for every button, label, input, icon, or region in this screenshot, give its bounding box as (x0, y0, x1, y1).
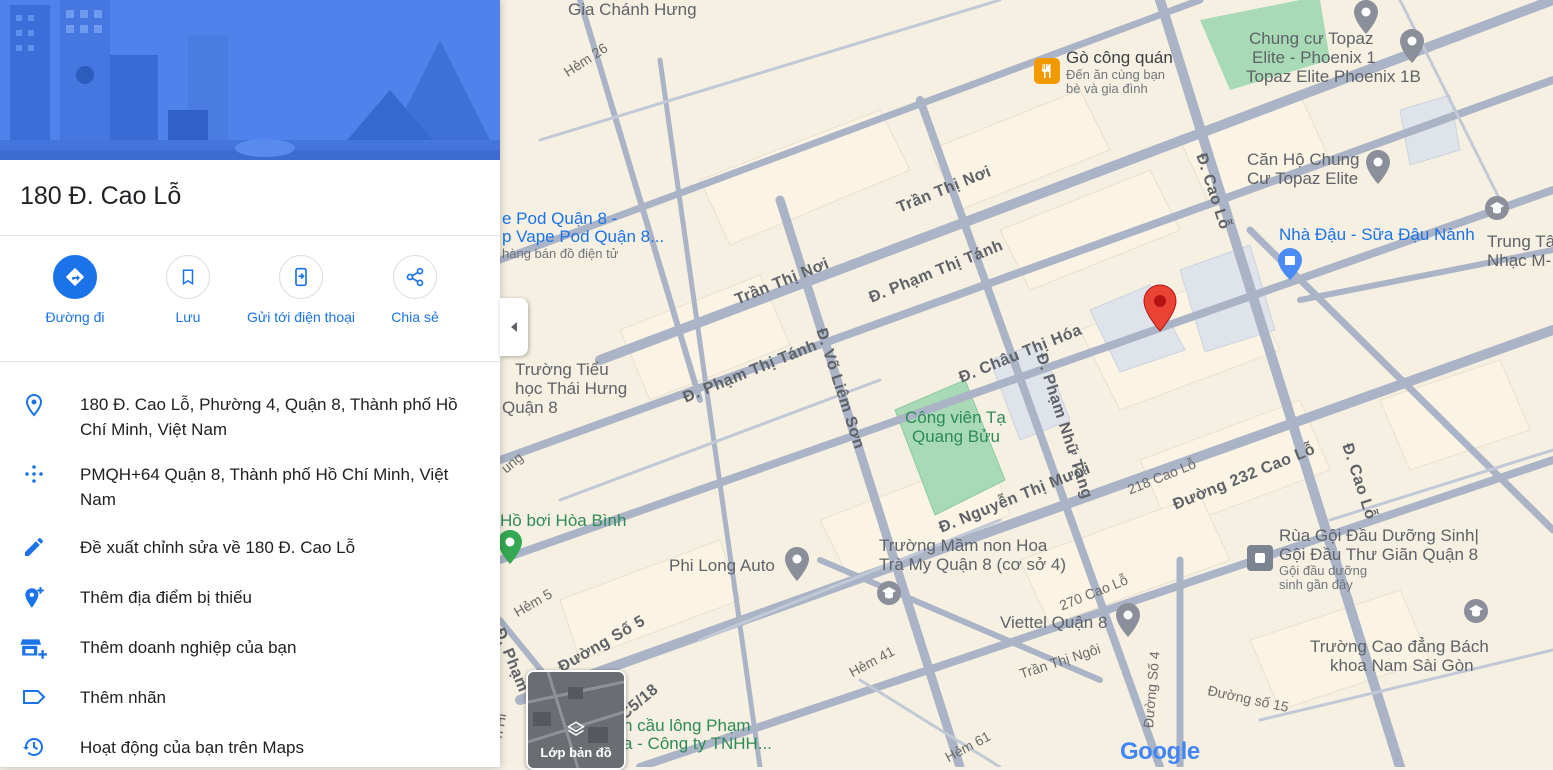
poi-cong-vien-line1[interactable]: Công viên Tạ (905, 408, 1006, 427)
spa-icon[interactable] (1247, 545, 1273, 571)
poi-trung-tam-line2: Nhạc M- (1487, 251, 1552, 270)
google-logo: Google (1120, 738, 1200, 765)
poi-topaz-1-line2: Elite - Phoenix 1 (1252, 48, 1376, 67)
poi-topaz-2-line1[interactable]: Căn Hộ Chung (1247, 150, 1359, 169)
poi-rua-goi-sub2: sinh gần đây (1279, 577, 1353, 592)
poi-nha-dau[interactable]: Nhà Đậu - Sữa Đậu Nành (1279, 225, 1475, 244)
poi-rua-goi-line2: Gội Đầu Thư Giãn Quận 8 (1279, 545, 1479, 564)
bookmark-icon (166, 255, 210, 299)
directions-label: Đường đi (45, 309, 105, 325)
poi-cong-vien-line2: Quang Bửu (912, 427, 1000, 446)
poi-truong-tieu-hoc-line2: học Thái Hưng (515, 379, 628, 398)
school-icon[interactable] (876, 580, 902, 606)
poi-cao-dang-line2: khoa Nam Sài Gòn (1330, 656, 1474, 675)
plus-code-row[interactable]: PMQH+64 Quận 8, Thành phố Hồ Chí Minh, V… (0, 462, 500, 512)
add-label-row[interactable]: Thêm nhãn (0, 685, 500, 710)
map-pin-grey-icon[interactable] (785, 547, 809, 581)
share-label: Chia sẻ (391, 309, 439, 325)
poi-cau-long-line1[interactable]: n cầu lông Phạm (623, 716, 751, 735)
poi-vape-line1[interactable]: e Pod Quận 8 - (502, 209, 617, 228)
poi-truong-tieu-hoc-line1[interactable]: Trường Tiểu (515, 360, 609, 379)
chevron-left-icon (511, 322, 517, 332)
directions-icon (53, 255, 97, 299)
location-pin-icon (25, 393, 43, 417)
poi-go-cong-quan-sub2: bè và gia đình (1066, 81, 1148, 96)
label-icon (23, 690, 46, 704)
divider (0, 235, 500, 236)
poi-phi-long[interactable]: Phi Long Auto (669, 556, 775, 575)
poi-cau-long-line2: a - Công ty TNHH... (623, 734, 772, 753)
add-place-icon (25, 587, 44, 608)
map-pin-grey-icon[interactable] (1400, 29, 1424, 63)
add-label-text: Thêm nhãn (80, 688, 166, 707)
shopping-pin-icon[interactable] (1278, 248, 1302, 280)
poi-cao-dang-line1[interactable]: Trường Cao đẳng Bách (1310, 637, 1489, 656)
share-icon (393, 255, 437, 299)
restaurant-icon[interactable] (1034, 58, 1060, 84)
directions-button[interactable]: Đường đi (20, 255, 130, 328)
send-to-phone-label: Gửi tới điện thoại (246, 309, 356, 325)
send-to-phone-button[interactable]: Gửi tới điện thoại (246, 255, 356, 328)
send-to-phone-icon (279, 255, 323, 299)
maps-activity-text: Hoạt động của bạn trên Maps (80, 738, 304, 757)
save-button[interactable]: Lưu (133, 255, 243, 328)
map-pin-grey-icon[interactable] (1366, 150, 1390, 184)
address-row[interactable]: 180 Đ. Cao Lỗ, Phường 4, Quận 8, Thành p… (0, 392, 500, 442)
poi-go-cong-quan-name[interactable]: Gò công quán (1066, 48, 1173, 67)
history-icon (23, 738, 43, 756)
plus-code-icon (25, 465, 43, 483)
poi-topaz-2-line2: Cư Topaz Elite (1247, 169, 1359, 188)
poi-vape-line3: hàng bán đồ điện tử (502, 246, 619, 261)
maps-activity-row[interactable]: Hoạt động của bạn trên Maps (0, 735, 500, 760)
plus-code-text: PMQH+64 Quận 8, Thành phố Hồ Chí Minh, V… (80, 465, 449, 509)
city-illustration (0, 0, 500, 160)
poi-mam-non-line2: Trà My Quận 8 (cơ sở 4) (879, 555, 1066, 574)
selected-location-pin-icon[interactable] (1143, 284, 1177, 332)
add-business-text: Thêm doanh nghiệp của bạn (80, 638, 297, 657)
school-icon[interactable] (1484, 195, 1510, 221)
divider (0, 361, 500, 362)
address-text: 180 Đ. Cao Lỗ, Phường 4, Quận 8, Thành p… (80, 395, 458, 439)
add-business-icon (20, 639, 47, 659)
hero-image (0, 0, 500, 160)
map-layers-button[interactable]: Lớp bản đồ (526, 670, 626, 770)
layers-icon (567, 721, 585, 736)
poi-rua-goi-sub1: Gội đầu dưỡng (1279, 563, 1368, 578)
poi-vape-line2: p Vape Pod Quận 8... (502, 227, 665, 246)
add-business-row[interactable]: Thêm doanh nghiệp của bạn (0, 635, 500, 661)
share-button[interactable]: Chia sẻ (360, 255, 470, 328)
add-missing-place-text: Thêm địa điểm bị thiếu (80, 588, 252, 607)
school-icon[interactable] (1463, 598, 1489, 624)
poi-trung-tam-line1[interactable]: Trung Tâ (1487, 232, 1553, 251)
add-missing-place-row[interactable]: Thêm địa điểm bị thiếu (0, 585, 500, 611)
poi-viettel-line2[interactable]: Viettel Quận 8 (1000, 613, 1107, 632)
place-title: 180 Đ. Cao Lỗ (20, 182, 182, 210)
poi-rua-goi-line1[interactable]: Rùa Gội Đầu Dưỡng Sinh| (1279, 526, 1479, 545)
map-label-gia-chanh-hung: Gia Chánh Hưng (568, 0, 697, 19)
poi-mam-non-line1[interactable]: Trường Mầm non Hoa (879, 536, 1047, 555)
poi-go-cong-quan-sub1: Đến ăn cùng bạn (1066, 67, 1166, 82)
place-side-panel: 180 Đ. Cao Lỗ Đường đi Lưu Gửi tới điện … (0, 0, 500, 767)
suggest-edit-row[interactable]: Đề xuất chỉnh sửa về 180 Đ. Cao Lỗ (0, 535, 500, 560)
map-pin-grey-icon[interactable] (1116, 603, 1140, 637)
poi-truong-tieu-hoc-line3: Quận 8 (502, 398, 558, 417)
collapse-panel-button[interactable] (500, 298, 528, 356)
map-pin-green-icon[interactable] (498, 530, 522, 564)
poi-topaz-1-line3: Topaz Elite Phoenix 1B (1246, 67, 1421, 86)
layers-label: Lớp bản đồ (540, 745, 612, 760)
poi-ho-boi[interactable]: Hồ bơi Hòa Bình (500, 511, 626, 530)
pencil-icon (25, 538, 43, 556)
suggest-edit-text: Đề xuất chỉnh sửa về 180 Đ. Cao Lỗ (80, 538, 356, 557)
map-pin-grey-icon[interactable] (1354, 0, 1378, 34)
save-label: Lưu (175, 309, 201, 325)
